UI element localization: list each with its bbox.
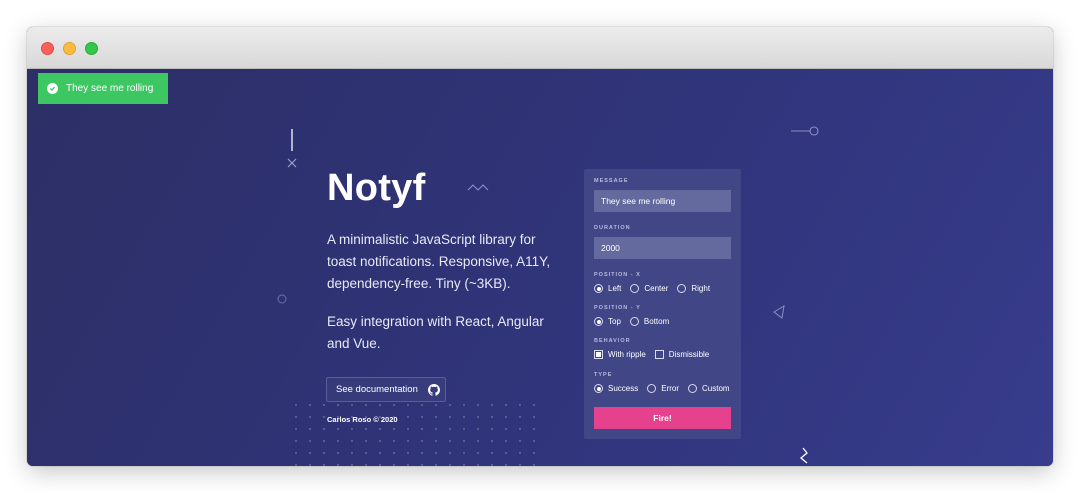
position-y-bottom-option[interactable]: Bottom bbox=[629, 317, 669, 326]
toast-message: They see me rolling bbox=[66, 83, 154, 94]
duration-label: DURATION bbox=[594, 225, 631, 231]
footer-credit: Carlos Roso © 2020 bbox=[327, 415, 398, 424]
position-y-top-option[interactable]: Top bbox=[594, 317, 621, 326]
title-bar bbox=[27, 27, 1053, 69]
position-x-left-option[interactable]: Left bbox=[594, 284, 621, 293]
page-title: Notyf bbox=[327, 167, 426, 209]
radio-icon bbox=[688, 384, 698, 393]
hero-description: A minimalistic JavaScript library for to… bbox=[327, 232, 551, 291]
position-x-right-option[interactable]: Right bbox=[677, 284, 710, 293]
radio-selected-icon bbox=[594, 284, 603, 293]
see-documentation-label: See documentation bbox=[336, 384, 418, 395]
type-label: TYPE bbox=[594, 372, 613, 378]
duration-input[interactable] bbox=[594, 237, 731, 259]
radio-selected-icon bbox=[594, 317, 603, 326]
position-x-center-option[interactable]: Center bbox=[630, 284, 668, 293]
page-content: They see me rolling Notyf A minimalistic… bbox=[27, 69, 1053, 466]
dismissible-checkbox[interactable]: Dismissible bbox=[654, 350, 709, 359]
minimize-window-button[interactable] bbox=[63, 42, 76, 55]
radio-selected-icon bbox=[594, 384, 603, 393]
hero-integration-text: Easy integration with React, Angular and… bbox=[327, 314, 544, 351]
message-input[interactable] bbox=[594, 190, 731, 212]
fire-button[interactable]: Fire! bbox=[594, 407, 731, 429]
radio-icon bbox=[630, 284, 640, 293]
configuration-panel: MESSAGE DURATION POSITION - X Left Cente… bbox=[584, 169, 741, 439]
maximize-window-button[interactable] bbox=[85, 42, 98, 55]
see-documentation-button[interactable]: See documentation bbox=[326, 377, 446, 402]
type-group: Success Error Custom bbox=[594, 384, 739, 393]
position-y-label: POSITION - Y bbox=[594, 305, 641, 311]
toast-notification[interactable]: They see me rolling bbox=[38, 73, 168, 104]
message-label: MESSAGE bbox=[594, 178, 629, 184]
check-circle-icon bbox=[47, 83, 58, 94]
behavior-label: BEHAVIOR bbox=[594, 338, 631, 344]
browser-window: They see me rolling Notyf A minimalistic… bbox=[27, 27, 1053, 466]
type-custom-option[interactable]: Custom bbox=[688, 384, 730, 393]
position-x-group: Left Center Right bbox=[594, 284, 719, 293]
checkbox-checked-icon bbox=[594, 350, 603, 359]
close-window-button[interactable] bbox=[41, 42, 54, 55]
type-success-option[interactable]: Success bbox=[594, 384, 638, 393]
type-error-option[interactable]: Error bbox=[647, 384, 679, 393]
with-ripple-checkbox[interactable]: With ripple bbox=[594, 350, 646, 359]
position-y-group: Top Bottom bbox=[594, 317, 678, 326]
checkbox-icon bbox=[654, 350, 664, 359]
radio-icon bbox=[647, 384, 657, 393]
github-icon bbox=[427, 383, 440, 396]
radio-icon bbox=[677, 284, 687, 293]
position-x-label: POSITION - X bbox=[594, 272, 641, 278]
behavior-group: With ripple Dismissible bbox=[594, 350, 718, 359]
radio-icon bbox=[629, 317, 639, 326]
dot-grid-pattern bbox=[289, 399, 539, 466]
